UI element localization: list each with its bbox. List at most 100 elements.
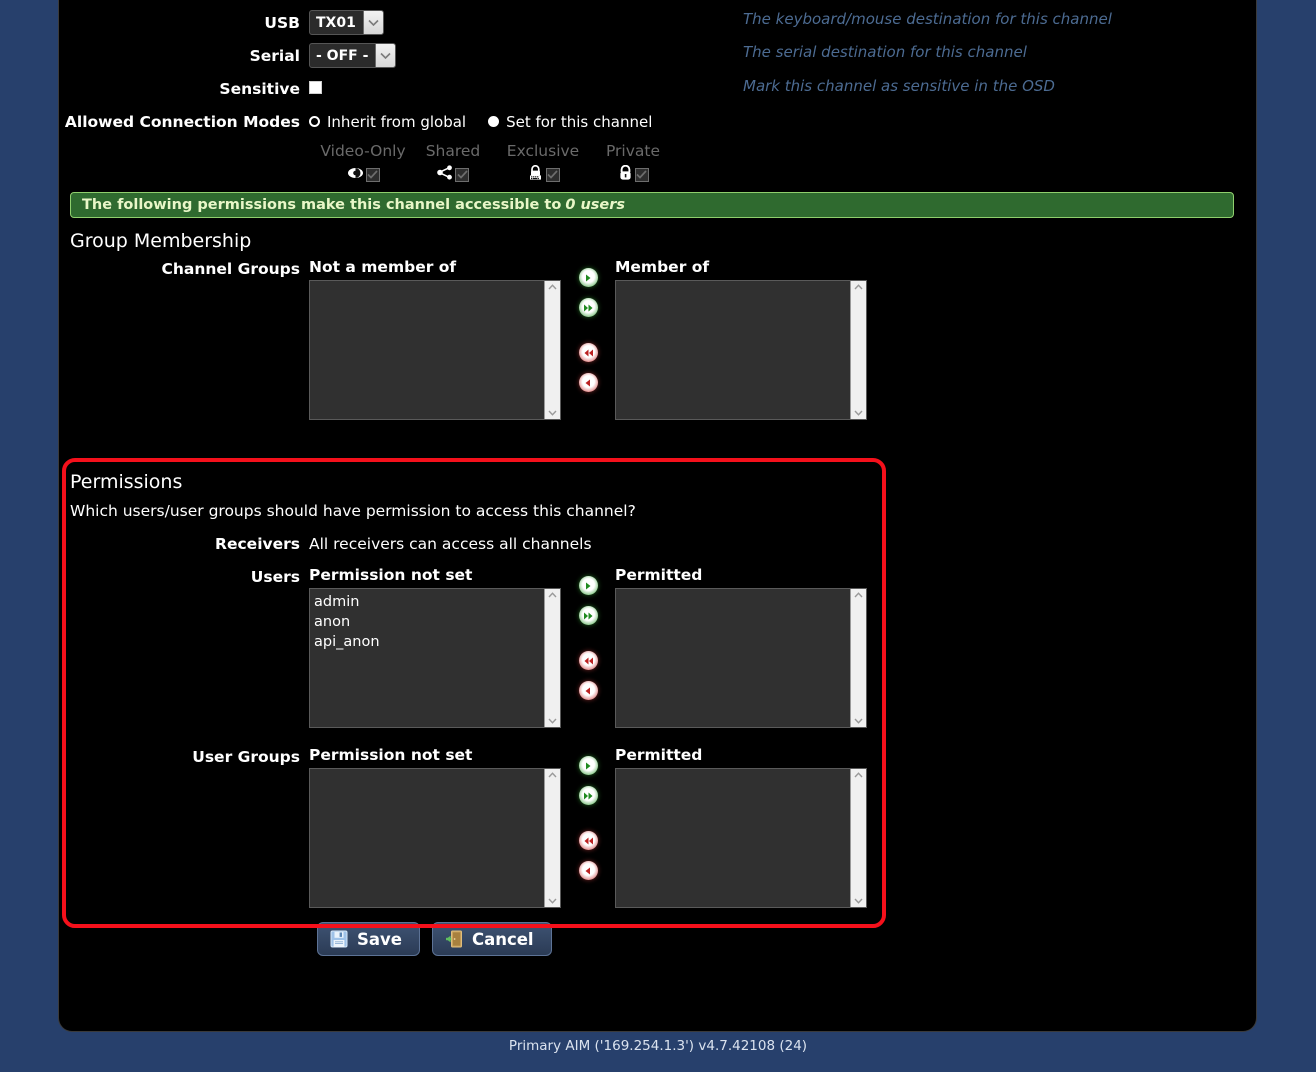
channel-groups-dual-list: Channel Groups Not a member of Member of: [59, 258, 1256, 420]
move-all-left-icon[interactable]: [578, 343, 598, 362]
move-left-icon[interactable]: [578, 373, 598, 392]
permissions-section: Permissions Which users/user groups shou…: [59, 458, 1256, 928]
listbox-items[interactable]: [616, 589, 850, 727]
mode-shared: Shared: [408, 142, 498, 184]
listbox-items[interactable]: [616, 281, 850, 419]
sensitive-help-text: Mark this channel as sensitive in the OS…: [743, 77, 1055, 95]
form-actions: Save Cancel: [317, 922, 1256, 956]
move-all-right-icon[interactable]: [578, 786, 598, 805]
move-all-right-icon[interactable]: [578, 298, 598, 317]
permissions-heading: Permissions: [70, 471, 183, 493]
radio-set-for-this-channel[interactable]: Set for this channel: [488, 113, 652, 131]
scroll-down-icon: [854, 718, 863, 724]
mode-video-only-checkbox[interactable]: [365, 167, 380, 182]
mode-video-only: Video-Only: [318, 142, 408, 184]
save-button-label: Save: [357, 929, 402, 949]
cancel-button-label: Cancel: [471, 929, 534, 949]
permissions-question: Which users/user groups should have perm…: [70, 502, 636, 520]
listbox-items[interactable]: [616, 769, 850, 907]
scrollbar[interactable]: [850, 589, 866, 727]
users-available-caption: Permission not set: [309, 566, 473, 584]
save-button[interactable]: Save: [317, 922, 420, 956]
move-right-icon[interactable]: [578, 268, 598, 287]
users-available-listbox[interactable]: admin anon api_anon: [309, 588, 561, 728]
move-all-right-icon[interactable]: [578, 606, 598, 625]
scroll-up-icon: [854, 772, 863, 778]
usb-help-text: The keyboard/mouse destination for this …: [743, 10, 1112, 28]
usb-select[interactable]: TX01: [309, 10, 384, 35]
channel-groups-member-listbox[interactable]: [615, 280, 867, 420]
serial-select-value: - OFF -: [316, 47, 369, 64]
scroll-up-icon: [548, 284, 557, 290]
cancel-button[interactable]: Cancel: [431, 922, 552, 956]
user-groups-permitted-listbox[interactable]: [615, 768, 867, 908]
sensitive-row: Sensitive: [59, 72, 1256, 105]
user-groups-available-caption: Permission not set: [309, 746, 473, 764]
mode-exclusive-checkbox[interactable]: [545, 167, 560, 182]
scroll-down-icon: [548, 898, 557, 904]
scroll-down-icon: [548, 410, 557, 416]
scrollbar[interactable]: [544, 589, 560, 727]
user-groups-dual-list: User Groups Permission not set Permitted: [59, 746, 1256, 908]
users-permitted-listbox[interactable]: [615, 588, 867, 728]
user-groups-permitted-caption: Permitted: [615, 746, 703, 764]
scroll-down-icon: [548, 718, 557, 724]
users-label: Users: [250, 568, 300, 586]
radio-indicator: [309, 116, 320, 127]
eye-icon: [347, 165, 364, 184]
serial-help-text: The serial destination for this channel: [743, 43, 1027, 61]
lock-keyboard-icon: [527, 165, 544, 184]
banner-text: The following permissions make this chan…: [82, 197, 562, 213]
listbox-items[interactable]: admin anon api_anon: [310, 589, 544, 727]
scroll-up-icon: [854, 284, 863, 290]
listbox-items[interactable]: [310, 281, 544, 419]
user-groups-available-listbox[interactable]: [309, 768, 561, 908]
exit-door-icon: [445, 930, 463, 948]
radio-inherit-from-global[interactable]: Inherit from global: [309, 113, 466, 131]
list-item[interactable]: admin: [314, 592, 544, 612]
sensitive-label: Sensitive: [219, 79, 300, 98]
sensitive-checkbox[interactable]: [309, 81, 322, 94]
users-transfer-buttons: [561, 566, 615, 711]
list-item[interactable]: api_anon: [314, 632, 544, 652]
move-left-icon[interactable]: [578, 681, 598, 700]
serial-select[interactable]: - OFF -: [309, 43, 397, 68]
banner-user-count: 0 users: [565, 197, 626, 213]
channel-groups-transfer-buttons: [561, 258, 615, 403]
channel-groups-available-listbox[interactable]: [309, 280, 561, 420]
footer: Primary AIM ('169.254.1.3') v4.7.42108 (…: [0, 1038, 1316, 1054]
scrollbar[interactable]: [850, 281, 866, 419]
scrollbar[interactable]: [544, 281, 560, 419]
scrollbar[interactable]: [850, 769, 866, 907]
users-dual-list: Users Permission not set admin anon api_an…: [59, 566, 1256, 728]
users-permitted-caption: Permitted: [615, 566, 703, 584]
scrollbar[interactable]: [544, 769, 560, 907]
lock-icon: [618, 164, 633, 184]
radio-indicator: [488, 116, 500, 127]
connection-mode-checkboxes: Video-Only Shared Exclusive Private: [309, 142, 1256, 184]
connection-modes-label: Allowed Connection Modes: [64, 112, 300, 131]
mode-video-only-label: Video-Only: [320, 142, 406, 160]
channel-groups-available-column: Not a member of: [309, 258, 561, 420]
scroll-up-icon: [548, 772, 557, 778]
permissions-summary-banner: The following permissions make this chan…: [70, 192, 1234, 218]
footer-text: Primary AIM ('169.254.1.3') v4.7.42108 (…: [508, 1038, 808, 1054]
mode-private: Private: [588, 142, 678, 184]
mode-private-checkbox[interactable]: [634, 167, 649, 182]
page-root: USB TX01 Serial - OFF - Sensitive Allowe…: [0, 0, 1316, 1072]
serial-label: Serial: [249, 46, 300, 65]
move-all-left-icon[interactable]: [578, 831, 598, 850]
move-left-icon[interactable]: [578, 861, 598, 880]
receivers-value: All receivers can access all channels: [309, 535, 592, 553]
mode-shared-checkbox[interactable]: [455, 167, 469, 182]
chevron-down-icon: [362, 11, 383, 34]
move-right-icon[interactable]: [578, 756, 598, 775]
move-all-left-icon[interactable]: [578, 651, 598, 670]
scroll-up-icon: [854, 592, 863, 598]
usb-select-value: TX01: [316, 14, 356, 31]
move-right-icon[interactable]: [578, 576, 598, 595]
listbox-items[interactable]: [310, 769, 544, 907]
scroll-up-icon: [548, 592, 557, 598]
list-item[interactable]: anon: [314, 612, 544, 632]
users-available-column: Permission not set admin anon api_anon: [309, 566, 561, 728]
